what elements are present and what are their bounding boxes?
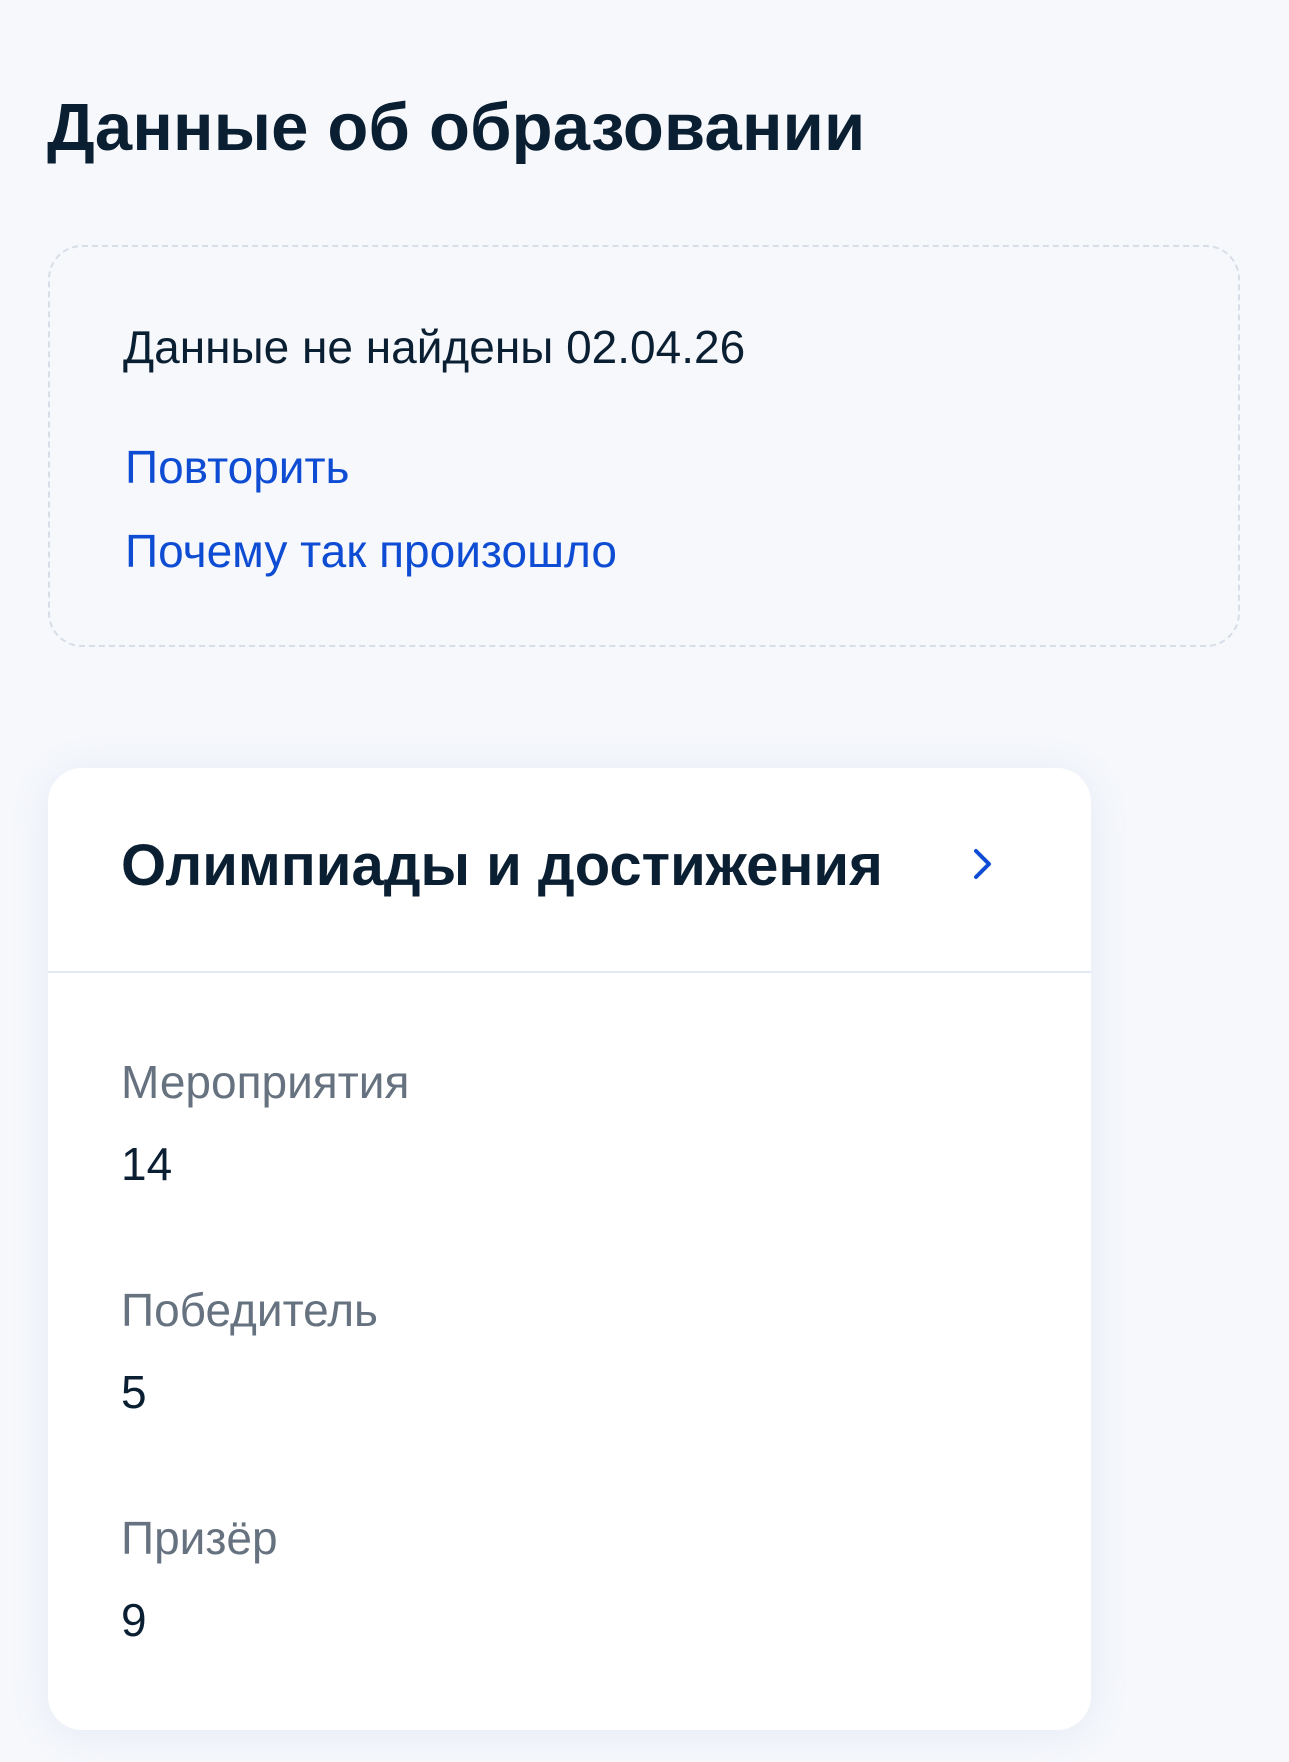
no-data-message: Данные не найдены 02.04.26 xyxy=(123,321,746,373)
chevron-right-icon[interactable] xyxy=(964,846,1000,882)
achievements-header[interactable]: Олимпиады и достижения xyxy=(48,768,1091,973)
stat-winner: Победитель 5 xyxy=(121,1282,378,1420)
page-title: Данные об образовании xyxy=(47,90,866,165)
stat-label: Победитель xyxy=(121,1284,378,1336)
stat-value: 14 xyxy=(121,1138,173,1190)
achievements-card: Олимпиады и достижения Мероприятия 14 По… xyxy=(48,768,1091,1730)
stat-label: Мероприятия xyxy=(121,1056,410,1108)
retry-link[interactable]: Повторить xyxy=(125,439,350,495)
why-happened-link[interactable]: Почему так произошло xyxy=(125,523,617,579)
stat-label: Призёр xyxy=(121,1512,278,1564)
stat-value: 5 xyxy=(121,1366,147,1418)
achievements-title: Олимпиады и достижения xyxy=(121,833,883,898)
stat-prize-winner: Призёр 9 xyxy=(121,1510,278,1648)
stat-events: Мероприятия 14 xyxy=(121,1054,409,1192)
no-data-notice: Данные не найдены 02.04.26 Повторить Поч… xyxy=(48,245,1240,647)
stat-value: 9 xyxy=(121,1594,147,1646)
